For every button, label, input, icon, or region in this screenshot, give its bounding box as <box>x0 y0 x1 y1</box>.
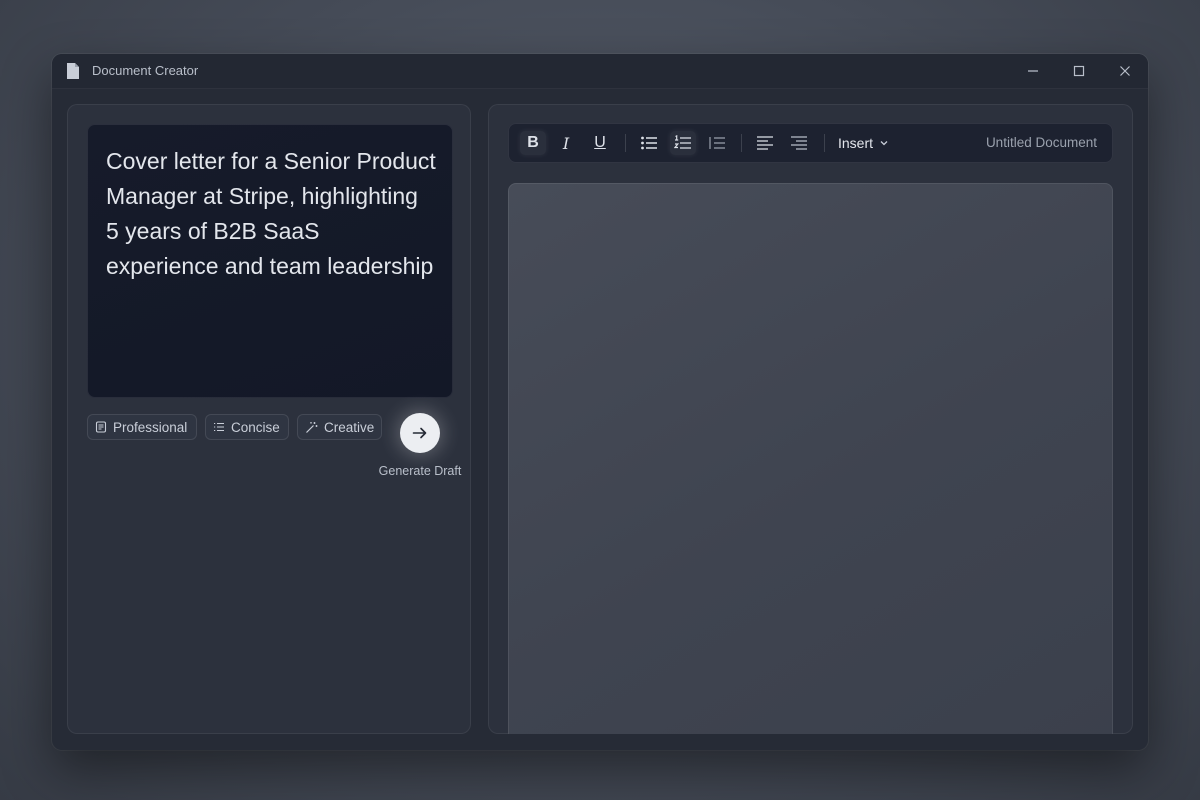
close-icon <box>1120 66 1130 76</box>
generate-draft-button[interactable] <box>400 413 440 453</box>
magic-wand-icon <box>306 421 318 433</box>
bullet-list-button[interactable] <box>636 131 662 155</box>
tone-chip-label: Concise <box>231 419 280 435</box>
prompt-text: Cover letter for a Senior Product Manage… <box>106 148 436 279</box>
align-right-icon <box>791 136 807 150</box>
italic-button[interactable]: I <box>553 131 579 155</box>
tone-chip-concise[interactable]: Concise <box>205 414 289 440</box>
document-title[interactable]: Untitled Document <box>986 123 1097 163</box>
title-bar: Document Creator <box>52 54 1148 89</box>
insert-dropdown[interactable]: Insert <box>838 131 889 155</box>
minimize-button[interactable] <box>1010 54 1056 88</box>
chevron-down-icon <box>880 141 888 146</box>
arrow-right-icon <box>412 427 427 439</box>
prompt-panel: Cover letter for a Senior Product Manage… <box>67 104 471 734</box>
formatting-toolbar: B I U Insert Untitled Document <box>508 123 1113 163</box>
document-canvas[interactable] <box>508 183 1113 734</box>
numbered-list-icon <box>674 135 691 149</box>
bullet-list-icon <box>641 136 657 150</box>
window-title: Document Creator <box>92 63 199 78</box>
toolbar-divider <box>741 134 742 152</box>
bold-button[interactable]: B <box>520 131 546 155</box>
tone-chip-professional[interactable]: Professional <box>87 414 197 440</box>
tone-chip-label: Professional <box>113 419 188 435</box>
numbered-list-button[interactable] <box>670 131 696 155</box>
underline-button[interactable]: U <box>587 131 613 155</box>
maximize-icon <box>1073 65 1085 77</box>
toolbar-divider <box>625 134 626 152</box>
align-right-button[interactable] <box>786 131 812 155</box>
prompt-input[interactable]: Cover letter for a Senior Product Manage… <box>87 124 453 398</box>
toolbar-divider <box>824 134 825 152</box>
generate-draft-label: Generate Draft <box>378 464 462 478</box>
indent-list-button[interactable] <box>704 131 730 155</box>
insert-label: Insert <box>838 135 874 151</box>
document-icon <box>66 62 80 80</box>
indent-list-icon <box>709 137 725 149</box>
tone-chip-label: Creative <box>324 419 375 435</box>
close-button[interactable] <box>1102 54 1148 88</box>
maximize-button[interactable] <box>1056 54 1102 88</box>
editor-panel: B I U Insert Untitled Document <box>488 104 1133 734</box>
align-left-icon <box>757 136 773 150</box>
app-window: Document Creator Cover letter for a Seni… <box>52 54 1148 750</box>
tone-chip-creative[interactable]: Creative <box>297 414 382 440</box>
list-icon <box>214 422 224 432</box>
minimize-icon <box>1028 70 1038 72</box>
document-icon <box>95 421 107 433</box>
align-left-button[interactable] <box>752 131 778 155</box>
